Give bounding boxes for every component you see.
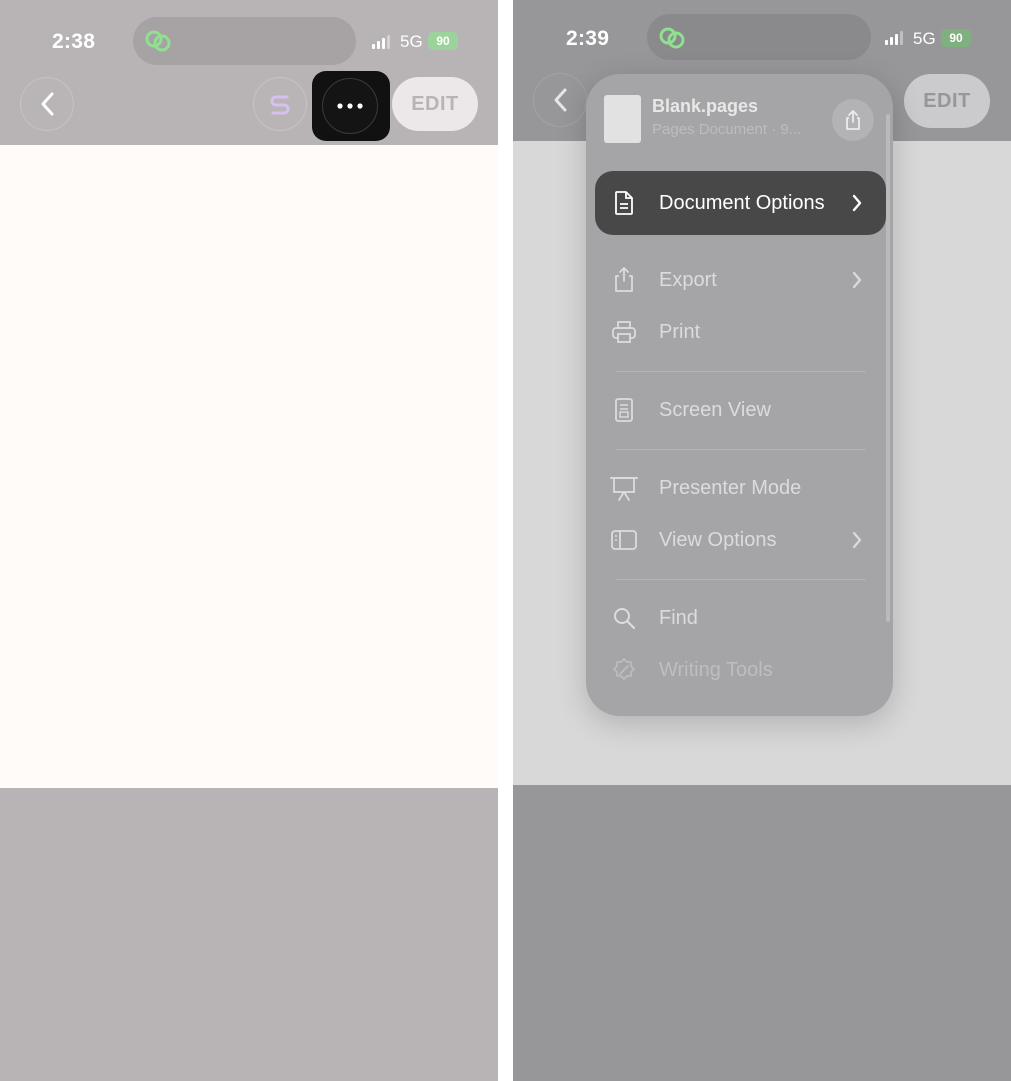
chevron-left-icon: [41, 92, 54, 116]
chevron-right-icon: [852, 271, 862, 289]
menu-item-label: Export: [659, 268, 717, 291]
menu-item-export[interactable]: Export: [595, 257, 886, 303]
network-type: 5G: [913, 29, 936, 48]
collaboration-button[interactable]: [253, 77, 307, 131]
edit-button[interactable]: EDIT: [904, 74, 990, 128]
menu-item-label: Find: [659, 606, 698, 629]
network-type: 5G: [400, 32, 423, 51]
menu-divider: [616, 579, 866, 580]
share-icon: [846, 110, 860, 130]
sidebar-icon: [609, 525, 639, 555]
menu-item-label: Writing Tools: [659, 658, 773, 681]
menu-item-screen-view[interactable]: Screen View: [595, 387, 886, 433]
export-icon: [609, 265, 639, 295]
chevron-left-icon: [554, 88, 567, 112]
menu-item-document-options[interactable]: Document Options: [595, 171, 886, 235]
menu-document-header: Blank.pages Pages Document · 9...: [586, 74, 893, 164]
document-icon: [609, 188, 639, 218]
collaboration-icon: [270, 95, 290, 115]
screen-view-icon: [609, 395, 639, 425]
back-button[interactable]: [20, 77, 74, 131]
ellipsis-icon: [337, 103, 363, 109]
document-thumbnail: [604, 95, 641, 143]
more-button[interactable]: [322, 78, 378, 134]
back-button[interactable]: [533, 73, 587, 127]
left-screenshot: 2:38 5G 90 EDIT: [0, 0, 498, 1081]
writing-tools-icon: [609, 655, 639, 685]
menu-item-label: Document Options: [659, 191, 825, 214]
link-activity-icon: [145, 30, 171, 52]
menu-divider: [616, 371, 866, 372]
status-bar: 2:39 5G 90: [513, 0, 1011, 80]
document-title: Blank.pages: [652, 96, 759, 116]
battery-indicator: 90: [941, 29, 971, 47]
status-time: 2:38: [52, 30, 96, 53]
status-bar: 2:38 5G 90: [0, 0, 498, 80]
presenter-icon: [609, 473, 639, 503]
right-screenshot: 2:39 5G 90 EDIT Blank.pages Pages Docume…: [513, 0, 1011, 1081]
chevron-right-icon: [852, 531, 862, 549]
share-button[interactable]: [832, 99, 874, 141]
edit-button[interactable]: EDIT: [392, 77, 478, 131]
menu-item-label: Print: [659, 320, 701, 343]
menu-item-view-options[interactable]: View Options: [595, 517, 886, 563]
menu-item-find[interactable]: Find: [595, 595, 886, 641]
chevron-right-icon: [852, 194, 862, 212]
menu-item-label: Presenter Mode: [659, 476, 802, 499]
menu-scrollbar[interactable]: [886, 114, 890, 622]
dynamic-island[interactable]: [647, 14, 871, 60]
menu-divider: [616, 449, 866, 450]
status-time: 2:39: [566, 27, 610, 50]
menu-item-print[interactable]: Print: [595, 309, 886, 355]
link-activity-icon: [659, 27, 685, 49]
search-icon: [609, 603, 639, 633]
signal-icon: [885, 31, 905, 45]
menu-item-label: Screen View: [659, 398, 771, 421]
more-options-menu: Blank.pages Pages Document · 9... Docume…: [586, 74, 893, 716]
menu-item-label: View Options: [659, 528, 777, 551]
menu-item-writing-tools[interactable]: Writing Tools: [595, 647, 886, 693]
menu-item-presenter-mode[interactable]: Presenter Mode: [595, 465, 886, 511]
signal-icon: [372, 35, 392, 49]
document-page[interactable]: [0, 145, 498, 788]
dynamic-island[interactable]: [133, 17, 356, 65]
battery-indicator: 90: [428, 32, 458, 50]
document-subtitle: Pages Document · 9...: [652, 121, 802, 138]
printer-icon: [609, 317, 639, 347]
